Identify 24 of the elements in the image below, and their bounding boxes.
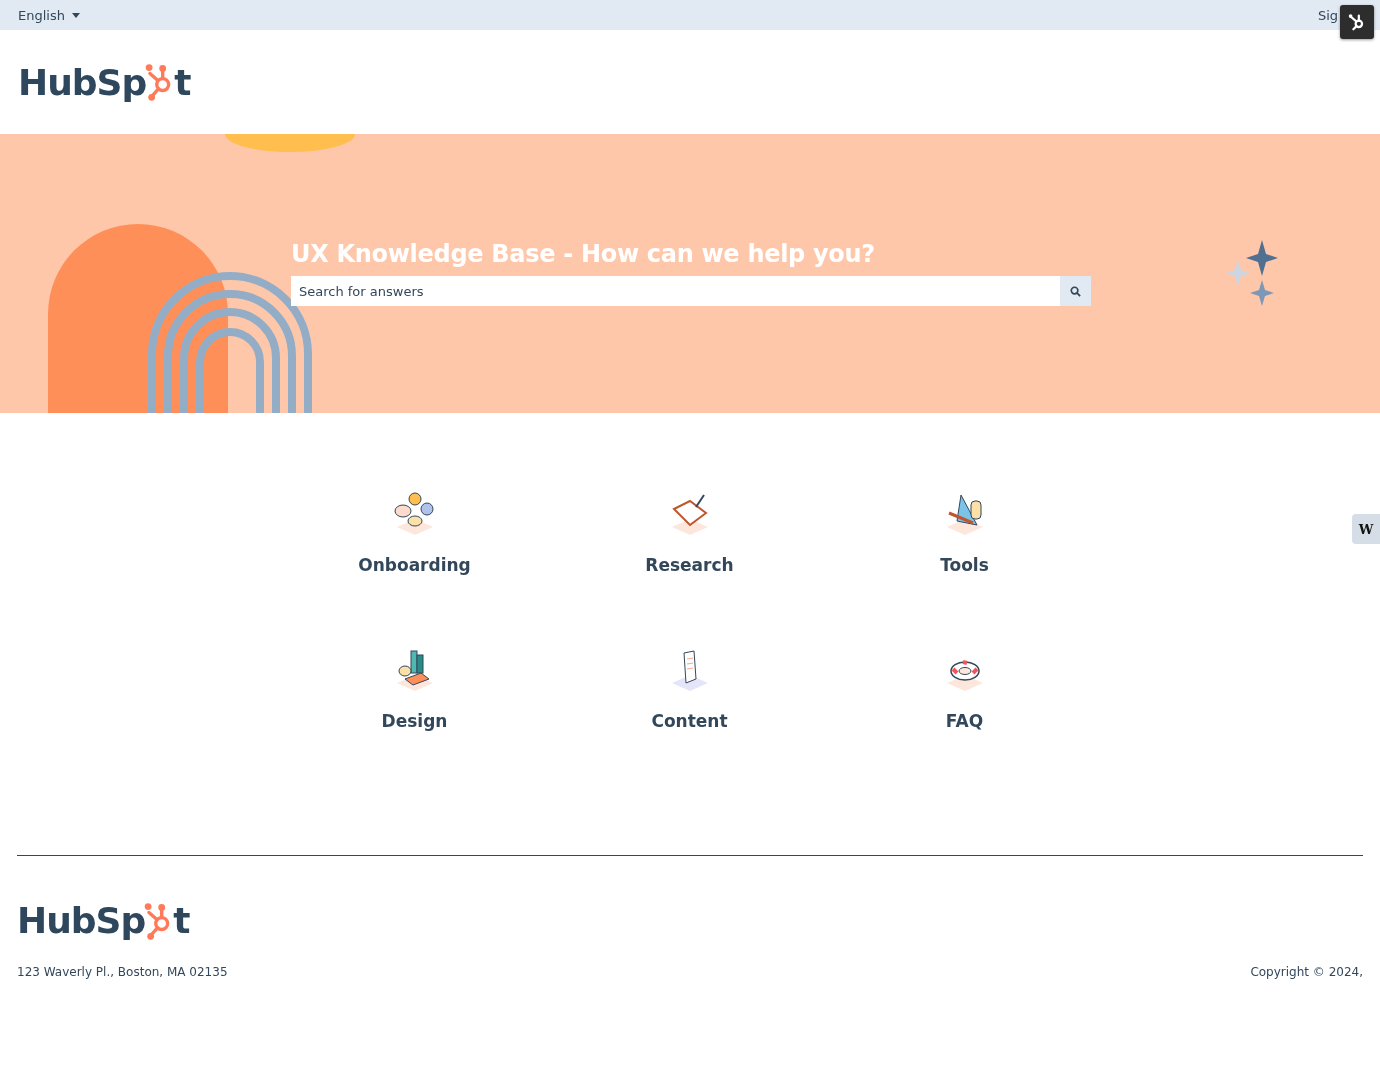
hero-title: UX Knowledge Base - How can we help you? — [291, 240, 876, 268]
category-link[interactable]: Tools — [827, 491, 1102, 575]
category-link[interactable]: Onboarding — [277, 491, 552, 575]
side-tab-button[interactable]: W — [1352, 514, 1380, 544]
sign-in-link[interactable]: Sig — [1317, 7, 1338, 23]
logo-text: t — [174, 61, 191, 103]
language-dropdown[interactable]: English — [18, 7, 80, 23]
hubspot-logo[interactable]: HubSp t — [17, 900, 190, 941]
search-icon — [1070, 285, 1081, 297]
category-link[interactable]: Content — [552, 647, 827, 731]
category-link[interactable]: Research — [552, 491, 827, 575]
hubspot-logo[interactable]: HubSp t — [18, 61, 191, 103]
copyright-text: Copyright © 2024, — [1250, 965, 1363, 979]
logo-text: t — [173, 900, 190, 941]
logo-text: HubSp — [17, 900, 146, 941]
search-button[interactable] — [1060, 276, 1091, 306]
address-text: 123 Waverly Pl., Boston, MA 02135 — [17, 965, 228, 979]
caret-icon — [71, 12, 80, 18]
category-link[interactable]: Design — [277, 647, 552, 731]
sprocket-badge-button[interactable] — [1340, 5, 1374, 39]
search-field[interactable]: Search for answers — [291, 276, 1060, 306]
logo-text: HubSp — [18, 61, 147, 103]
people-chat-icon — [392, 491, 437, 535]
category-link[interactable]: FAQ — [827, 647, 1102, 731]
